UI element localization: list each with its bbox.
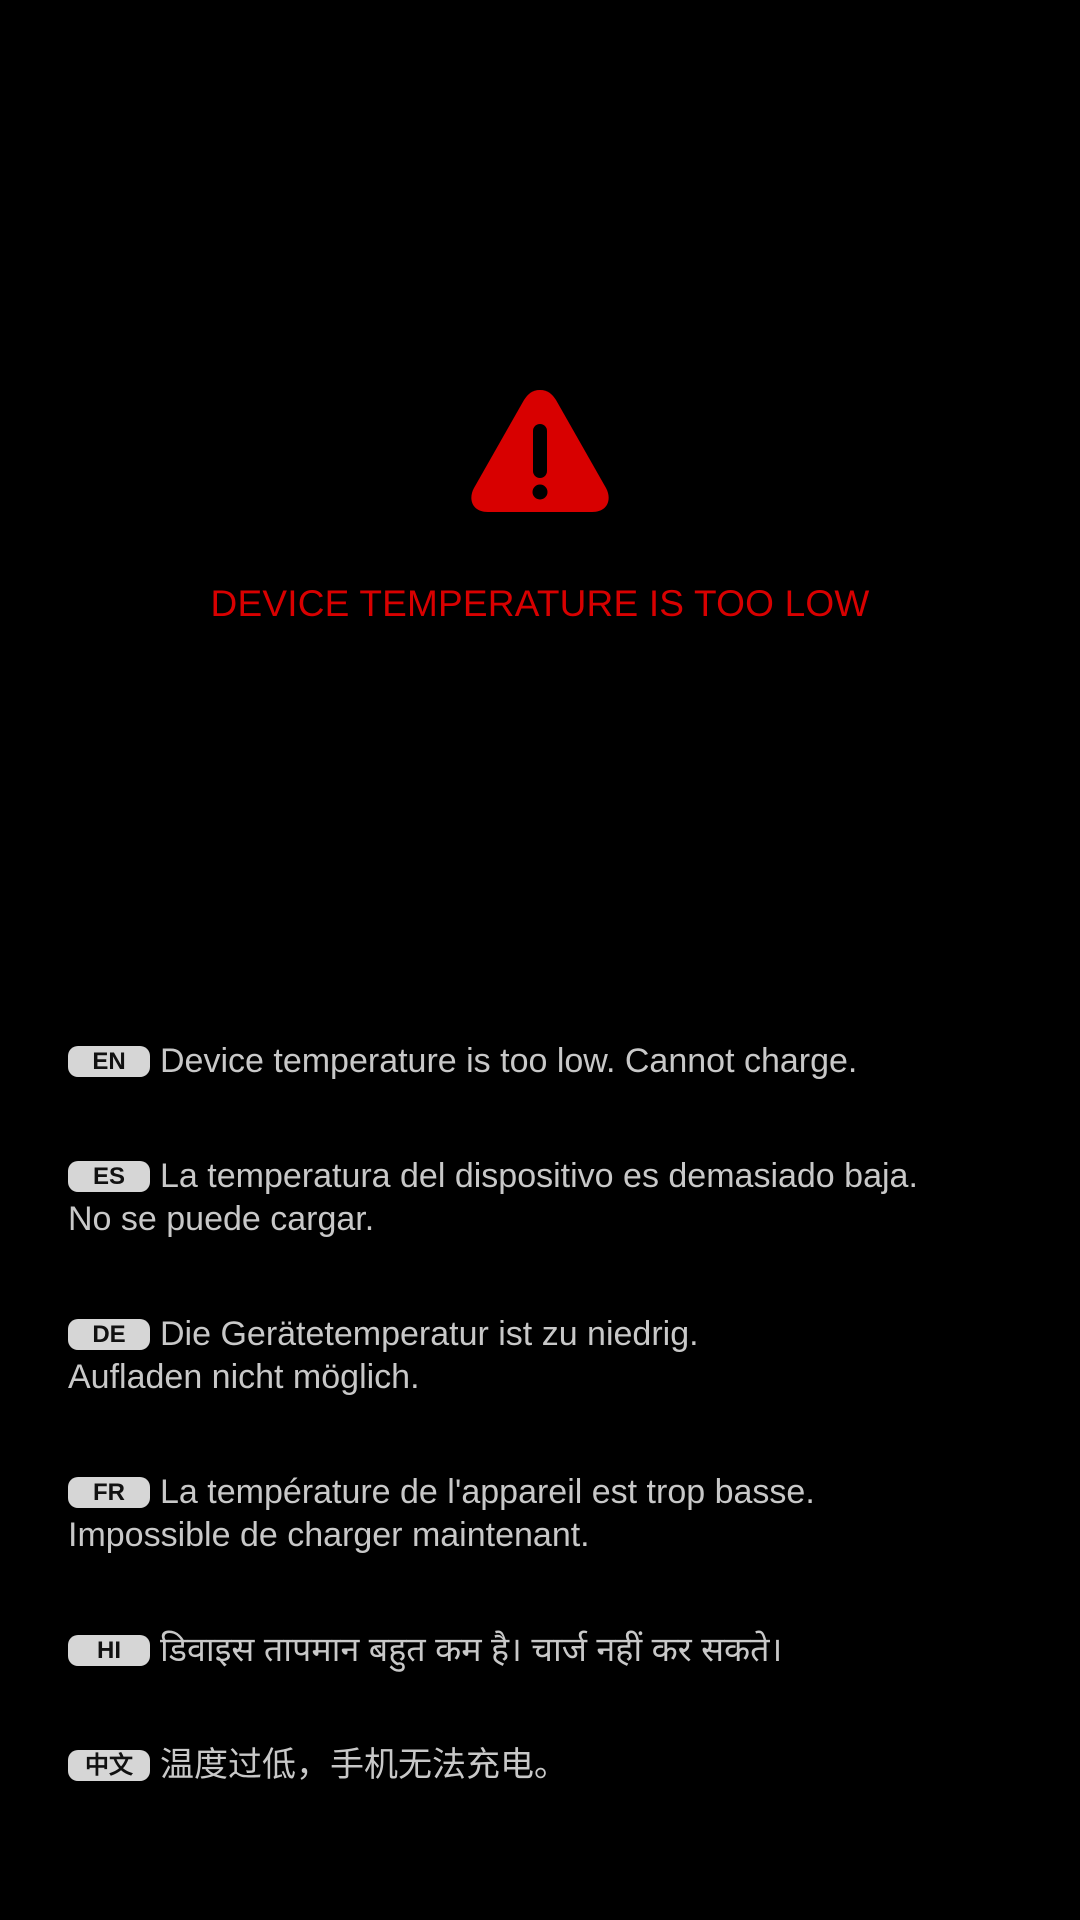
message-zh: 中文 温度过低，手机无法充电。 xyxy=(68,1744,1018,1787)
language-badge-fr: FR xyxy=(68,1477,150,1508)
message-text-line-2: Impossible de charger maintenant. xyxy=(68,1516,590,1554)
message-es: ES La temperatura del dispositivo es dema… xyxy=(68,1155,1018,1241)
language-badge-es: ES xyxy=(68,1161,150,1192)
page-title: DEVICE TEMPERATURE IS TOO LOW xyxy=(210,583,870,624)
language-badge-hi: HI xyxy=(68,1635,150,1666)
message-de: DE Die Gerätetemperatur ist zu niedrig. A… xyxy=(68,1313,1018,1399)
message-text-line-1: Device temperature is too low. Cannot ch… xyxy=(160,1042,858,1080)
message-text-line-1: 温度过低，手机无法充电。 xyxy=(160,1746,568,1784)
message-text-line-1: La temperatura del dispositivo es demasi… xyxy=(160,1157,918,1195)
message-text-line-1: La température de l'appareil est trop ba… xyxy=(160,1473,815,1511)
message-fr: FR La température de l'appareil est trop … xyxy=(68,1471,1018,1557)
message-text-line-1: Die Gerätetemperatur ist zu niedrig. xyxy=(160,1315,699,1353)
message-text-line-2: No se puede cargar. xyxy=(68,1200,375,1238)
message-en: EN Device temperature is too low. Cannot … xyxy=(68,1040,1018,1083)
message-text-line-1: डिवाइस तापमान बहुत कम है। चार्ज नहीं कर … xyxy=(160,1631,783,1669)
language-badge-en: EN xyxy=(68,1046,150,1077)
message-hi: HI डिवाइस तापमान बहुत कम है। चार्ज नहीं क… xyxy=(68,1629,1018,1672)
language-badge-de: DE xyxy=(68,1319,150,1350)
warning-triangle-icon xyxy=(471,390,609,512)
language-badge-zh: 中文 xyxy=(68,1750,150,1781)
message-text-line-2: Aufladen nicht möglich. xyxy=(68,1358,420,1396)
